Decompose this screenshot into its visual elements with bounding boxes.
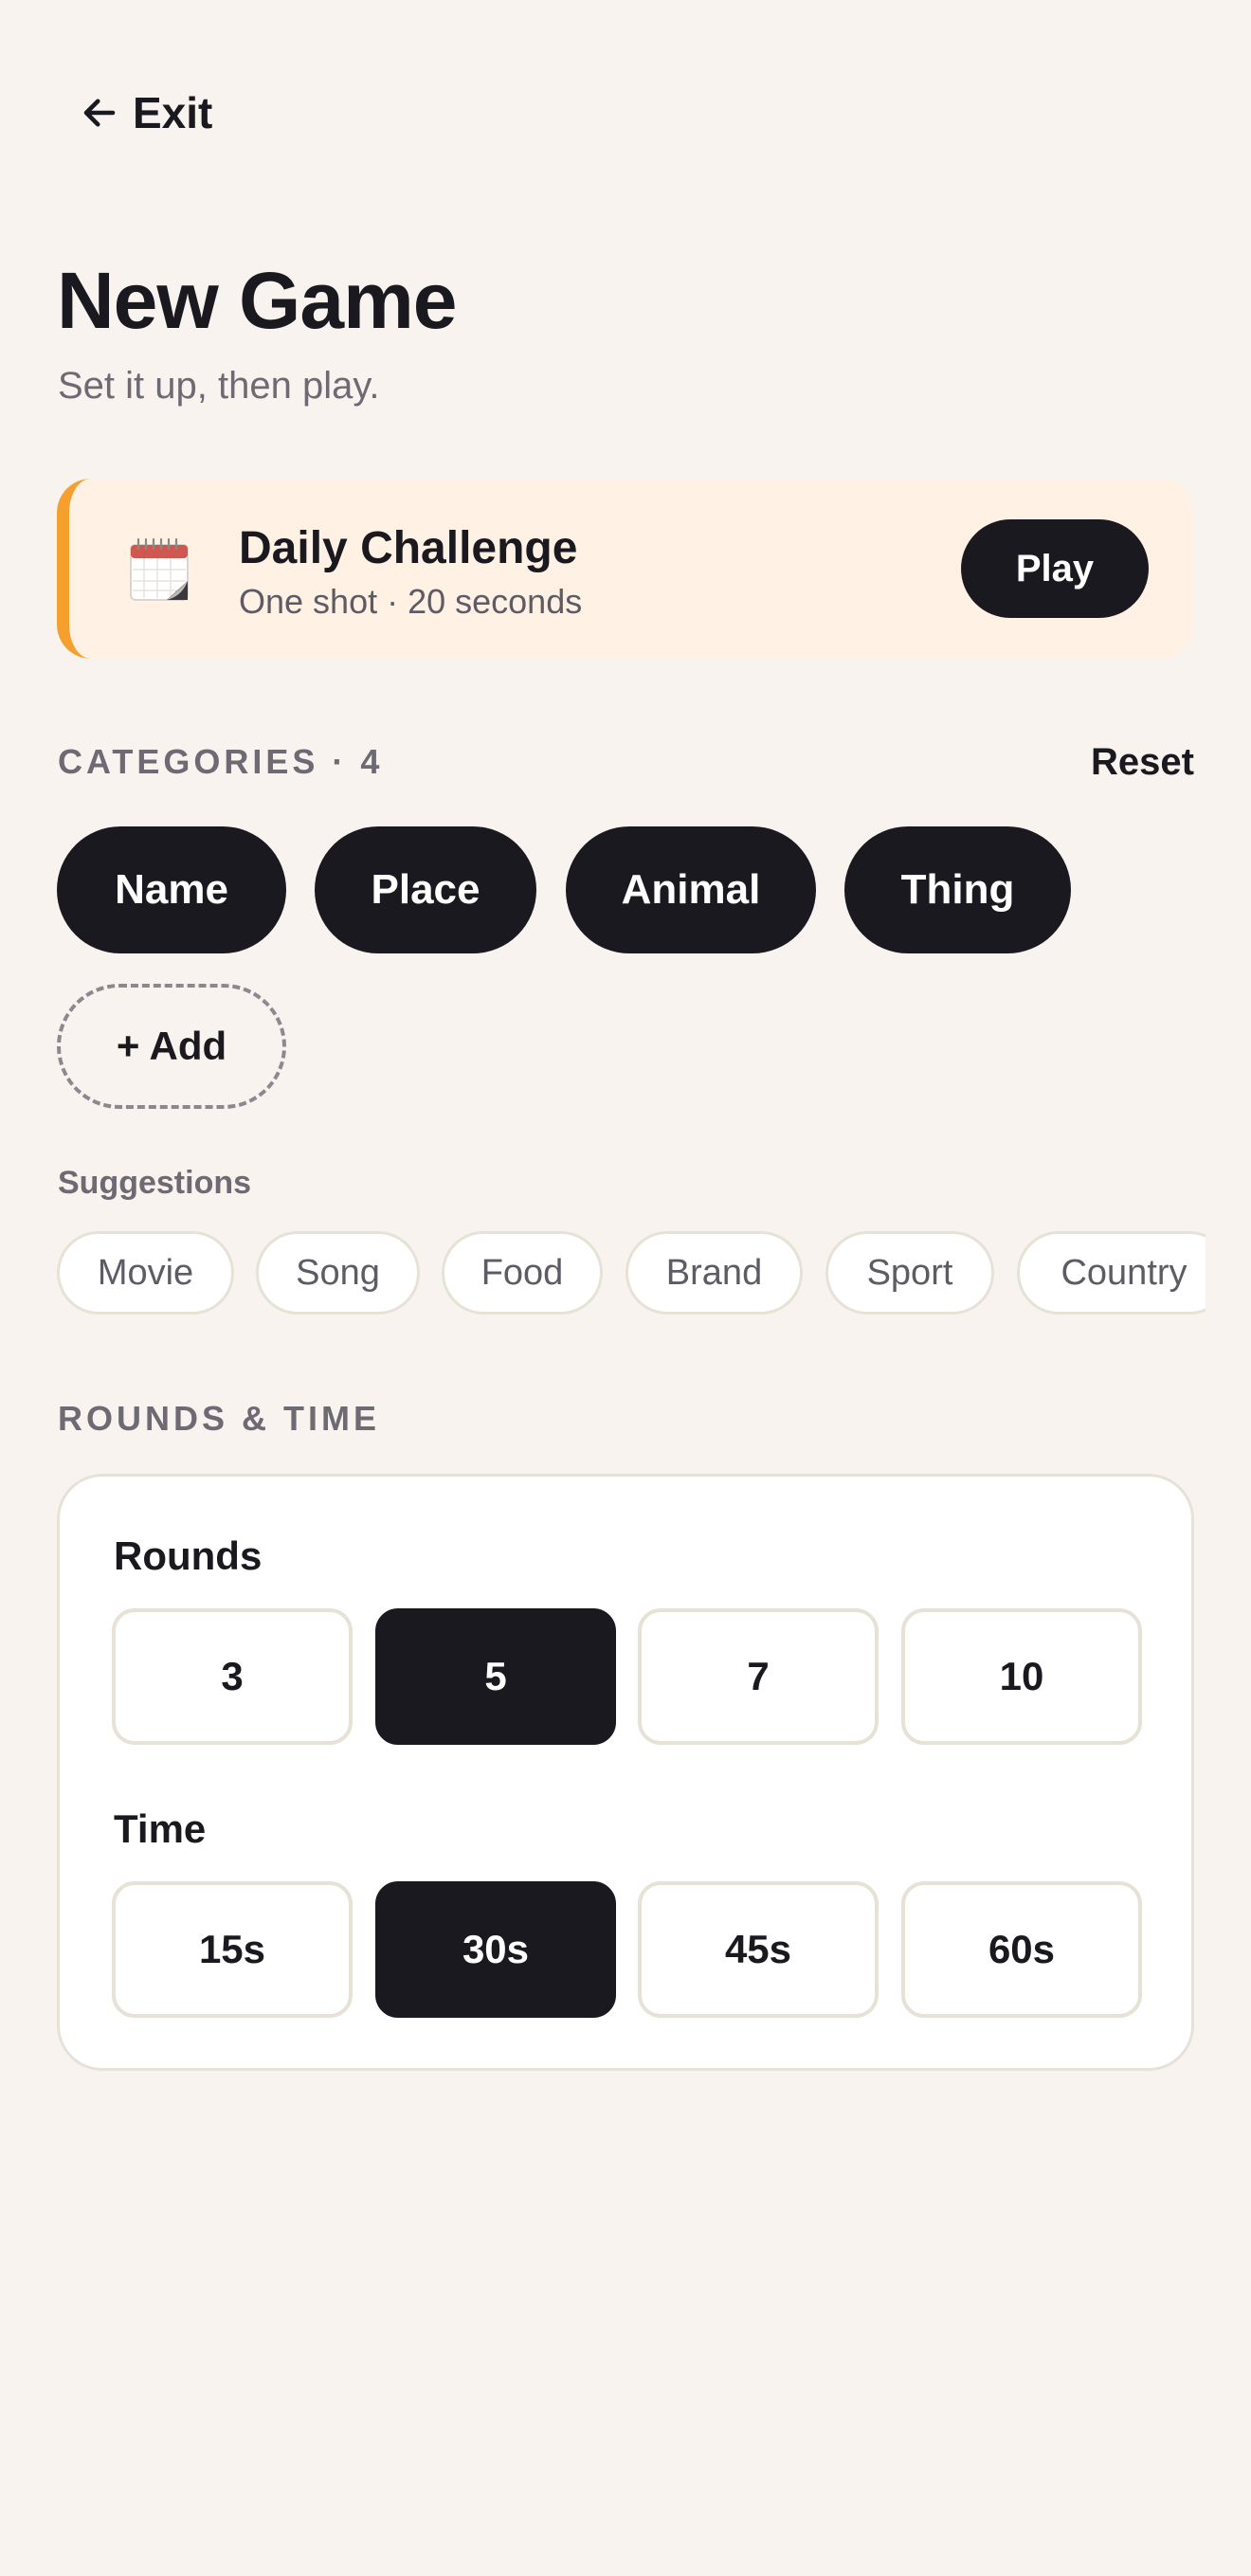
suggestion-chip-country[interactable]: Country [1017,1231,1206,1315]
rounds-option-10[interactable]: 10 [901,1608,1142,1745]
add-category-button[interactable]: + Add [57,984,286,1109]
exit-label: Exit [133,88,213,137]
time-label: Time [114,1806,207,1851]
suggestion-chip-food[interactable]: Food [442,1231,603,1315]
category-chip-place[interactable]: Place [315,826,536,953]
daily-challenge-subtitle: One shot · 20 seconds [239,582,583,621]
reset-button[interactable]: Reset [1091,738,1194,786]
category-chip-thing[interactable]: Thing [844,826,1071,953]
rounds-option-5[interactable]: 5 [375,1608,616,1745]
suggestions-label: Suggestions [58,1165,252,1201]
daily-challenge-title: Daily Challenge [239,523,578,573]
categories-section-label: CATEGORIES · 4 [58,742,384,781]
time-option-30s[interactable]: 30s [375,1881,616,2018]
rounds-option-3[interactable]: 3 [112,1608,353,1745]
suggestion-chip-sport[interactable]: Sport [825,1231,994,1315]
category-chip-animal[interactable]: Animal [566,826,816,953]
rounds-option-7[interactable]: 7 [638,1608,879,1745]
rounds-label: Rounds [114,1533,263,1578]
calendar-icon [130,537,189,601]
time-option-15s[interactable]: 15s [112,1881,353,2018]
rounds-time-card: Rounds 3 5 7 10 Time 15s 30s 45s 60s [57,1474,1194,2071]
suggestion-chip-song[interactable]: Song [256,1231,420,1315]
daily-challenge-card: Daily Challenge One shot · 20 seconds Pl… [57,479,1194,659]
page-title: New Game [57,256,458,345]
time-option-60s[interactable]: 60s [901,1881,1142,2018]
suggestion-chip-brand[interactable]: Brand [626,1231,803,1315]
arrow-left-icon [83,99,116,127]
rounds-time-section-label: ROUNDS & TIME [58,1399,380,1438]
suggestions-row: Movie Song Food Brand Sport Country [0,1231,1206,1316]
exit-button[interactable]: Exit [80,80,212,146]
category-chip-name[interactable]: Name [57,826,286,953]
page-subtitle: Set it up, then play. [58,365,380,407]
play-button[interactable]: Play [961,519,1149,618]
time-option-45s[interactable]: 45s [638,1881,879,2018]
suggestion-chip-movie[interactable]: Movie [57,1231,234,1315]
